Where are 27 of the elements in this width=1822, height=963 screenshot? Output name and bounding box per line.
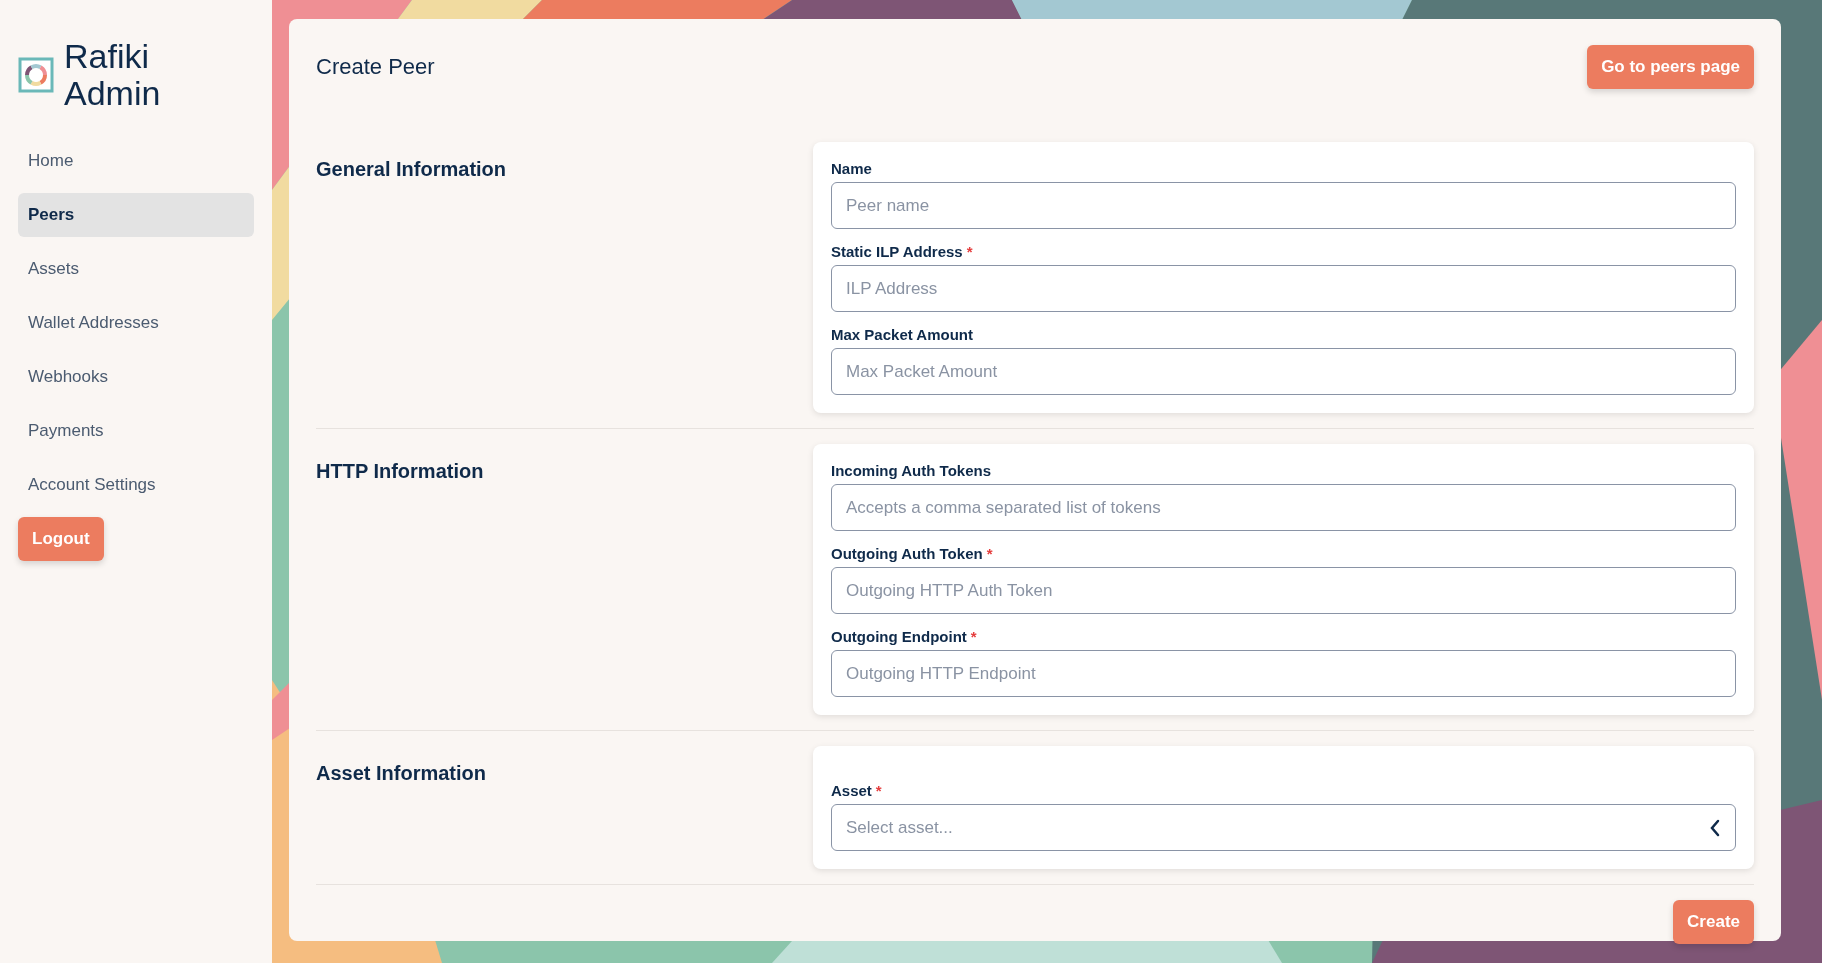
field-label: Outgoing Auth Token * [831,545,994,562]
nav-item[interactable]: Assets [18,246,254,291]
page-title: Create Peer [316,54,435,80]
input-field[interactable]: Peer name [831,182,1736,229]
nav-item[interactable]: Account Settings [18,462,254,507]
field-label: Max Packet Amount [831,326,974,343]
app-title: Rafiki Admin [64,38,162,113]
section-title: General Information [316,158,508,182]
nav-item[interactable]: Home [18,138,254,183]
field-label: Static ILP Address * [831,243,974,260]
input-field[interactable]: Outgoing HTTP Auth Token [831,567,1736,614]
section-title: HTTP Information [316,460,485,484]
field-label: Name [831,160,873,177]
input-field[interactable]: ILP Address [831,265,1736,312]
input-field[interactable]: Accepts a comma separated list of tokens [831,484,1736,531]
input-field[interactable]: Max Packet Amount [831,348,1736,395]
nav-item[interactable]: Payments [18,408,254,453]
field-label: Outgoing Endpoint * [831,628,978,645]
section-title: Asset Information [316,762,488,786]
nav-item[interactable]: Wallet Addresses [18,300,254,345]
chevron-left-icon [1709,818,1721,837]
field-label: Asset * [831,782,883,799]
field-label: Incoming Auth Tokens [831,462,992,479]
nav-item[interactable]: Webhooks [18,354,254,399]
nav-item[interactable]: Peers [18,192,254,237]
input-field[interactable]: Outgoing HTTP Endpoint [831,650,1736,697]
logo-icon [18,57,54,94]
